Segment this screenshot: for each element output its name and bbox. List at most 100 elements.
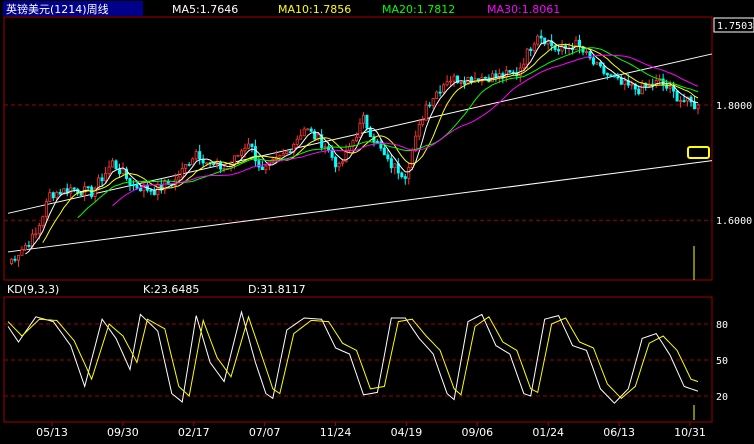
candle-body bbox=[239, 150, 243, 156]
candle-body bbox=[605, 72, 609, 76]
candle-body bbox=[20, 249, 24, 256]
candle-body bbox=[250, 143, 254, 147]
trendline bbox=[7, 160, 713, 253]
candle-body bbox=[138, 187, 142, 192]
x-tick-label: 09/30 bbox=[107, 426, 139, 439]
candle-body bbox=[445, 81, 449, 86]
candle-body bbox=[121, 168, 125, 175]
price-tick-label: 1.6000 bbox=[716, 216, 752, 227]
ma5-legend: MA5:1.7646 bbox=[172, 3, 238, 16]
candle-body bbox=[86, 186, 90, 189]
candle-body bbox=[361, 114, 365, 124]
candle-body bbox=[421, 119, 425, 125]
candle-body bbox=[525, 48, 529, 65]
x-tick-label: 01/24 bbox=[532, 426, 564, 439]
candle-body bbox=[285, 151, 289, 155]
candle-body bbox=[536, 35, 540, 45]
candle-body bbox=[483, 76, 487, 79]
candle-body bbox=[584, 51, 588, 54]
candle-body bbox=[522, 63, 526, 69]
candle-body bbox=[410, 150, 414, 168]
x-tick-label: 02/17 bbox=[178, 426, 210, 439]
ma20-legend: MA20:1.7812 bbox=[382, 3, 455, 16]
x-tick-label: 04/19 bbox=[391, 426, 423, 439]
candle-body bbox=[407, 167, 411, 179]
candle-body bbox=[368, 127, 372, 138]
candle-body bbox=[623, 80, 627, 85]
candle-body bbox=[574, 39, 578, 51]
candle-body bbox=[177, 176, 181, 181]
candle-body bbox=[637, 88, 641, 95]
candle-body bbox=[278, 155, 282, 158]
candle-body bbox=[100, 177, 104, 182]
candle-body bbox=[354, 136, 358, 142]
x-axis-labels: 05/13 09/30 02/17 07/07 11/24 04/19 09/06 01/24… bbox=[36, 422, 706, 439]
candle-body bbox=[682, 100, 686, 102]
candle-body bbox=[619, 77, 623, 85]
candle-body bbox=[236, 154, 240, 157]
price-panel-frame bbox=[3, 16, 713, 281]
chart-title: 英镑美元(1214)周线 bbox=[6, 2, 109, 16]
kd-lines bbox=[7, 310, 699, 404]
candle-body bbox=[243, 147, 247, 152]
candle-body bbox=[149, 189, 153, 192]
candle-body bbox=[187, 164, 191, 166]
candle-body bbox=[114, 160, 118, 170]
candle-body bbox=[428, 104, 432, 107]
ma10-legend: MA10:1.7856 bbox=[278, 3, 351, 16]
candle-body bbox=[264, 165, 268, 171]
ma30-legend: MA30:1.8061 bbox=[487, 3, 560, 16]
candle-body bbox=[459, 82, 463, 84]
candle-body bbox=[13, 258, 17, 261]
kd-gridlines bbox=[4, 323, 712, 397]
candlesticks bbox=[9, 29, 700, 267]
candle-body bbox=[34, 233, 38, 236]
kd-y-ticks: 20 50 80 bbox=[716, 320, 728, 403]
candle-body bbox=[23, 244, 27, 251]
ma-legend: MA5:1.7646 MA10:1.7856 MA20:1.7812 MA30:… bbox=[172, 3, 560, 16]
channel-trendlines bbox=[7, 53, 713, 253]
candle-body bbox=[72, 187, 76, 190]
candle-body bbox=[668, 86, 672, 89]
x-tick-label: 11/24 bbox=[320, 426, 352, 439]
candle-body bbox=[616, 76, 620, 79]
candle-body bbox=[431, 98, 435, 106]
kd-tick-label: 20 bbox=[716, 392, 728, 403]
candle-body bbox=[393, 163, 397, 169]
x-tick-label: 05/13 bbox=[36, 426, 68, 439]
candle-body bbox=[539, 35, 543, 39]
candle-body bbox=[630, 83, 634, 86]
candle-body bbox=[386, 154, 390, 160]
candle-body bbox=[79, 192, 83, 196]
price-gridlines bbox=[4, 104, 712, 221]
candle-body bbox=[58, 191, 62, 195]
candle-body bbox=[288, 151, 292, 154]
candle-body bbox=[612, 74, 616, 78]
candle-body bbox=[609, 74, 613, 77]
candle-body bbox=[131, 184, 135, 186]
candle-body bbox=[400, 172, 404, 178]
candle-body bbox=[260, 166, 264, 171]
candle-body bbox=[435, 91, 439, 99]
candle-body bbox=[693, 101, 697, 110]
price-tick-label: 1.8000 bbox=[716, 101, 752, 112]
candle-body bbox=[414, 135, 418, 152]
candle-body bbox=[529, 48, 533, 52]
kd-d-line bbox=[7, 315, 699, 400]
candle-body bbox=[222, 168, 226, 170]
ma10-line bbox=[42, 43, 699, 243]
ma5-line bbox=[25, 40, 699, 255]
candle-body bbox=[246, 143, 250, 149]
kd-title: KD(9,3,3) bbox=[7, 283, 59, 296]
candle-body bbox=[16, 254, 20, 261]
candle-body bbox=[9, 258, 13, 264]
candle-body bbox=[602, 65, 606, 74]
candle-body bbox=[494, 73, 498, 78]
candle-body bbox=[309, 128, 313, 132]
candle-body bbox=[341, 161, 345, 164]
x-tick-label: 09/06 bbox=[461, 426, 493, 439]
candle-body bbox=[306, 128, 310, 131]
candle-body bbox=[205, 162, 209, 165]
candle-body bbox=[365, 114, 369, 129]
candle-body bbox=[104, 173, 108, 182]
